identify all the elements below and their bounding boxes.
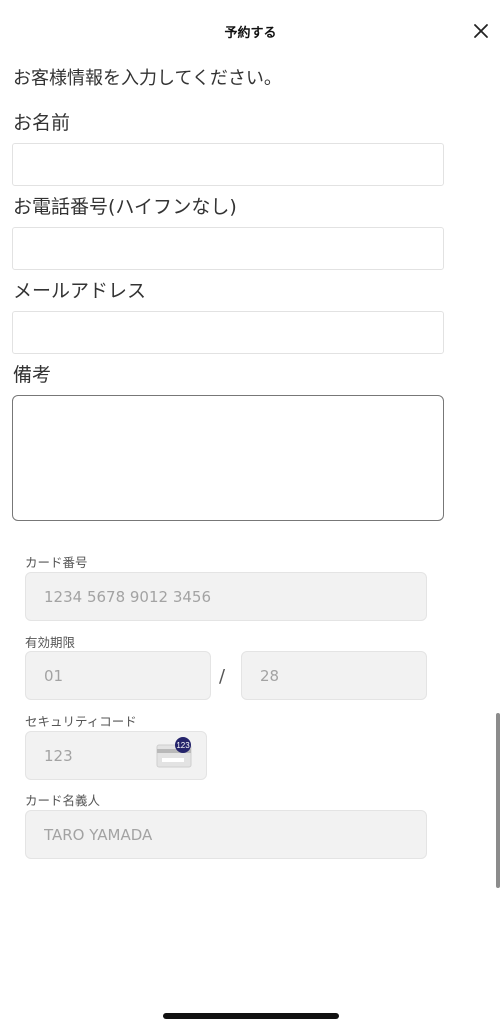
phone-label: お電話番号(ハイフンなし) [13, 196, 237, 218]
email-label: メールアドレス [13, 280, 147, 302]
card-number-label: カード番号 [25, 555, 88, 570]
security-code-label: セキュリティコード [25, 714, 137, 729]
expiry-separator: / [219, 666, 226, 687]
card-number-input[interactable] [25, 572, 427, 621]
form-intro: お客様情報を入力してください。 [13, 68, 282, 89]
card-holder-label: カード名義人 [25, 793, 101, 808]
close-icon [474, 24, 488, 38]
email-input[interactable] [12, 311, 444, 354]
expiry-year-input[interactable] [241, 651, 427, 700]
home-indicator [163, 1013, 339, 1019]
phone-input[interactable] [12, 227, 444, 270]
expiry-month-input[interactable] [25, 651, 211, 700]
cvc-badge-text: 123 [176, 741, 190, 750]
close-button[interactable] [470, 20, 492, 42]
card-cvc-icon: 123 [156, 737, 192, 768]
card-holder-input[interactable] [25, 810, 427, 859]
expiry-label: 有効期限 [25, 635, 76, 650]
notes-label: 備考 [13, 364, 52, 386]
name-label: お名前 [13, 112, 71, 134]
page-title: 予約する [224, 26, 277, 41]
scrollbar[interactable] [496, 713, 500, 888]
header: 予約する [0, 0, 501, 62]
notes-textarea[interactable] [12, 395, 444, 521]
name-input[interactable] [12, 143, 444, 186]
